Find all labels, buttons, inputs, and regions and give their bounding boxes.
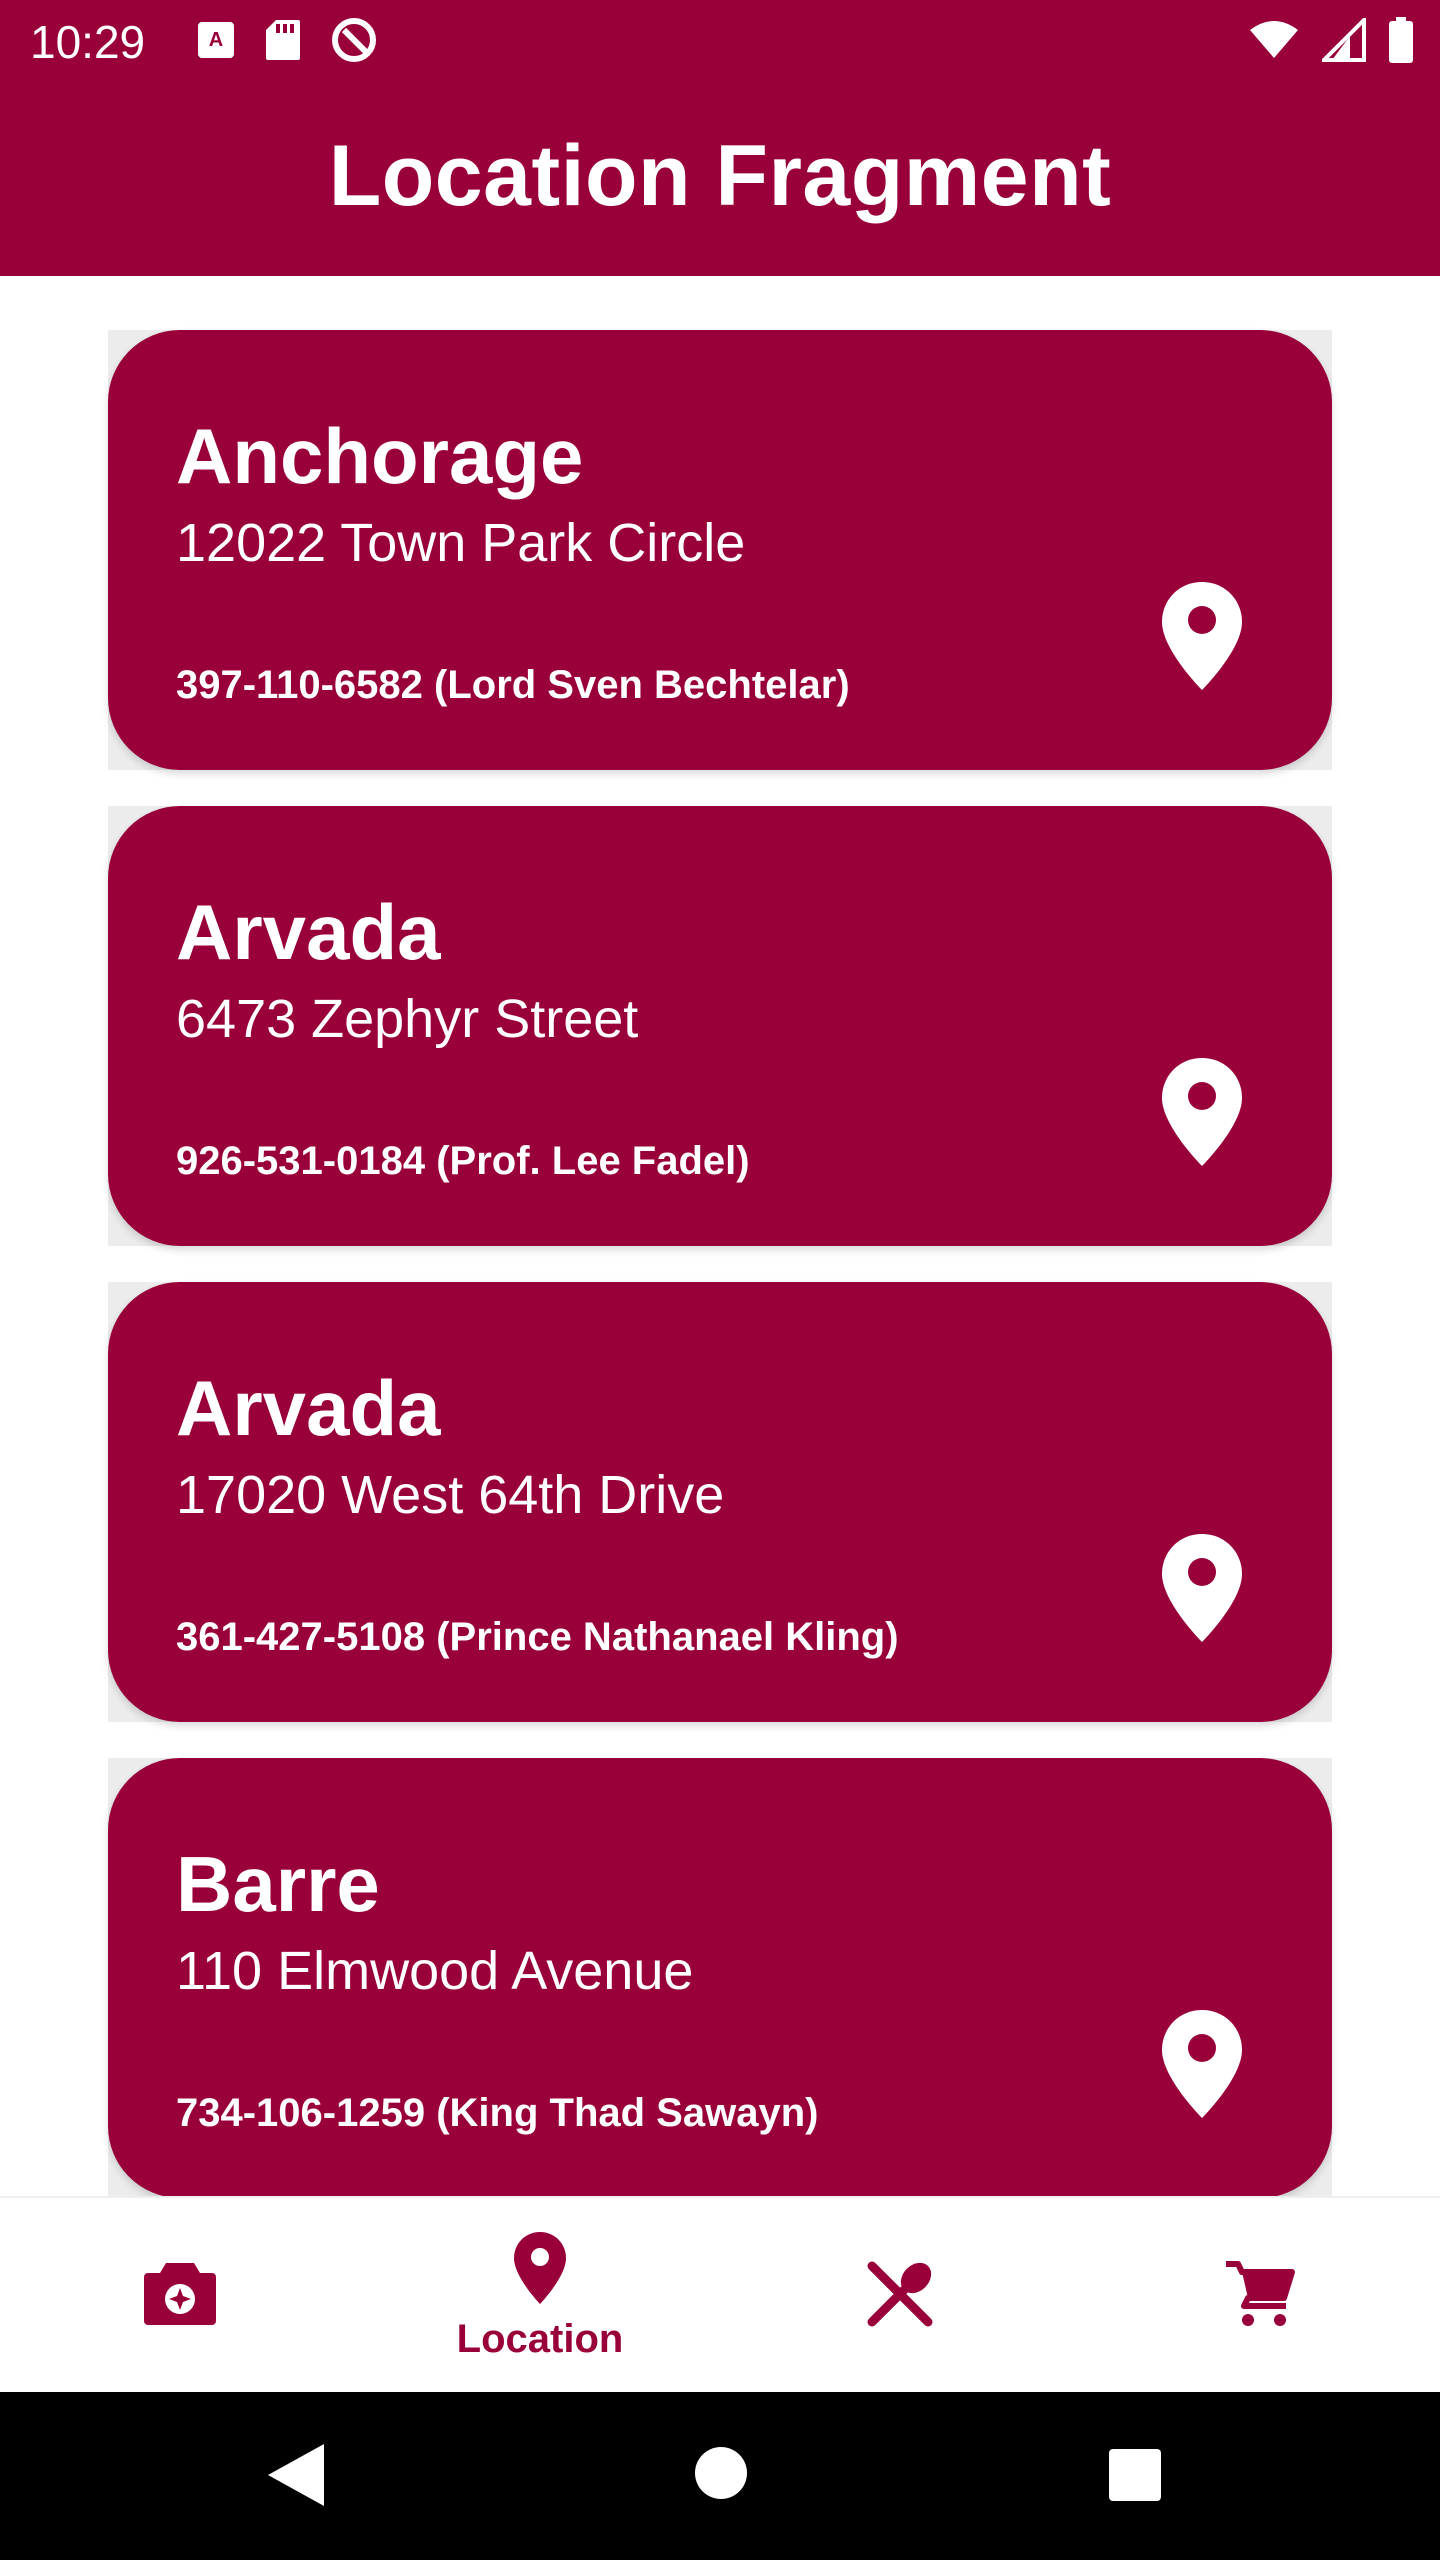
bottom-navigation: Location — [0, 2196, 1440, 2392]
cell-signal-icon — [1319, 14, 1366, 67]
page-title: Location Fragment — [328, 127, 1112, 224]
card-address: 17020 West 64th Drive — [176, 1465, 725, 1525]
card-phone: 361-427-5108 (Prince Nathanael Kling) — [176, 1615, 899, 1659]
sd-card-icon — [264, 18, 302, 67]
location-card[interactable]: Anchorage 12022 Town Park Circle 397-110… — [108, 330, 1332, 770]
keyboard-icon: A — [196, 20, 236, 65]
location-pin-icon — [512, 2230, 568, 2311]
location-pin-icon[interactable] — [1160, 2008, 1244, 2120]
utensils-icon — [864, 2258, 936, 2335]
recents-icon[interactable] — [1108, 2448, 1162, 2507]
do-not-disturb-icon — [330, 16, 378, 69]
card-phone: 397-110-6582 (Lord Sven Bechtelar) — [176, 663, 850, 707]
wifi-icon — [1248, 20, 1300, 65]
app-bar: Location Fragment — [0, 84, 1440, 276]
card-city: Arvada — [176, 888, 441, 976]
status-icons-left: A — [196, 16, 378, 69]
card-phone: 926-531-0184 (Prof. Lee Fadel) — [176, 1139, 750, 1183]
nav-item-cart[interactable] — [1080, 2198, 1440, 2394]
system-navigation-bar — [0, 2392, 1440, 2560]
card-city: Arvada — [176, 1364, 441, 1452]
nav-item-menu[interactable] — [720, 2198, 1080, 2394]
cart-icon — [1224, 2258, 1296, 2335]
location-card[interactable]: Arvada 6473 Zephyr Street 926-531-0184 (… — [108, 806, 1332, 1246]
card-address: 6473 Zephyr Street — [176, 989, 639, 1049]
card-address: 110 Elmwood Avenue — [176, 1941, 694, 2001]
home-icon[interactable] — [694, 2446, 748, 2505]
status-icons-right — [1248, 14, 1414, 68]
location-card[interactable]: Arvada 17020 West 64th Drive 361-427-510… — [108, 1282, 1332, 1722]
nav-item-location[interactable]: Location — [360, 2198, 720, 2394]
location-list[interactable]: Anchorage 12022 Town Park Circle 397-110… — [0, 276, 1440, 2196]
camera-icon — [142, 2261, 218, 2332]
back-icon[interactable] — [266, 2442, 326, 2513]
nav-item-camera[interactable] — [0, 2198, 360, 2394]
status-time: 10:29 — [30, 16, 146, 68]
location-pin-icon[interactable] — [1160, 1532, 1244, 1644]
status-bar: 10:29 A — [0, 0, 1440, 84]
card-city: Anchorage — [176, 412, 584, 500]
battery-icon — [1388, 16, 1414, 68]
card-city: Barre — [176, 1840, 380, 1928]
card-address: 12022 Town Park Circle — [176, 513, 746, 573]
svg-text:A: A — [209, 29, 223, 51]
location-pin-icon[interactable] — [1160, 1056, 1244, 1168]
nav-label-location: Location — [456, 2317, 624, 2361]
location-pin-icon[interactable] — [1160, 580, 1244, 692]
location-card[interactable]: Barre 110 Elmwood Avenue 734-106-1259 (K… — [108, 1758, 1332, 2196]
card-phone: 734-106-1259 (King Thad Sawayn) — [176, 2091, 819, 2135]
